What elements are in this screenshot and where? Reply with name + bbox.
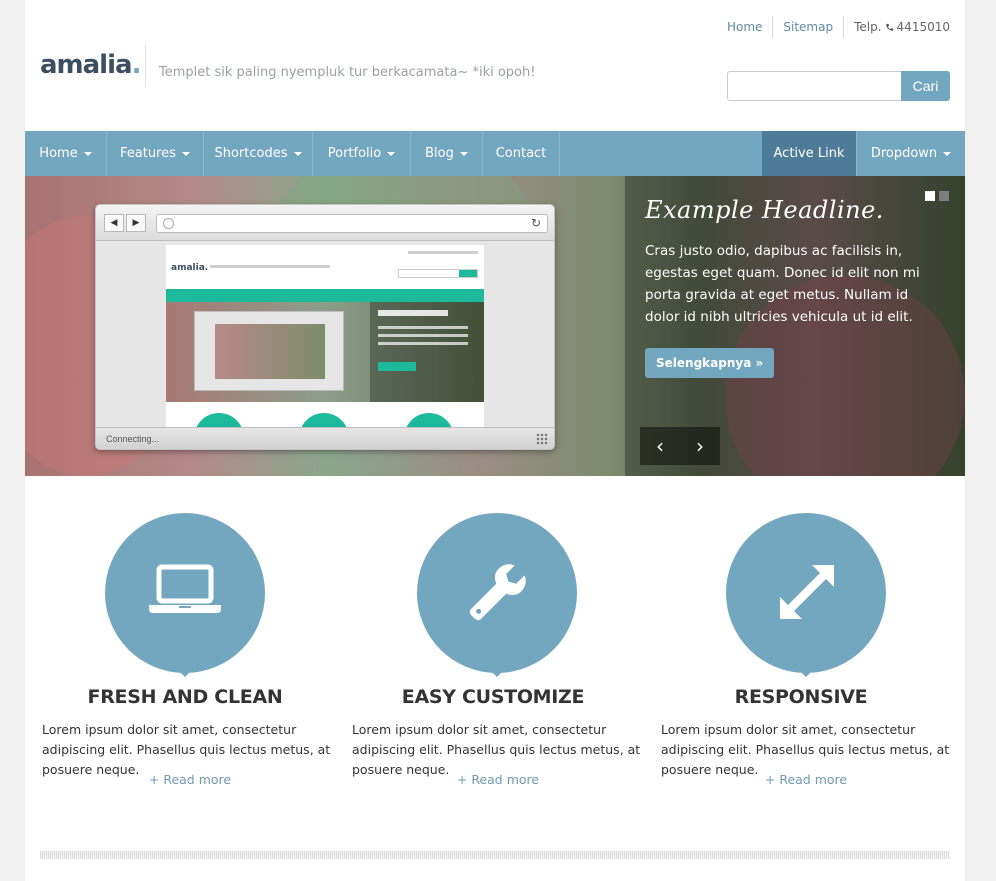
nav-label: Shortcodes xyxy=(214,146,288,161)
website-screenshot: amalia. xyxy=(166,245,484,429)
caret-down-icon xyxy=(387,151,396,156)
wrench-icon xyxy=(469,564,526,621)
toplink-home[interactable]: Home xyxy=(717,17,772,37)
nav-label: Portfolio xyxy=(327,146,382,161)
nav-label: Dropdown xyxy=(870,146,938,161)
nav-item-dropdown[interactable]: Dropdown xyxy=(857,131,965,176)
section-divider xyxy=(40,851,950,859)
top-links: Home Sitemap Telp. 4415010 xyxy=(717,16,950,38)
prev-slide-button[interactable]: ‹ xyxy=(640,427,680,465)
bubble-tail xyxy=(483,663,511,677)
hero-slider: ◀ ▶ ↻ amalia. Connecting... Example Head… xyxy=(25,176,965,476)
site-tagline: Templet sik paling nyempluk tur berkacam… xyxy=(159,65,536,80)
nav-item-contact[interactable]: Contact xyxy=(483,131,560,176)
feature-text: Lorem ipsum dolor sit amet, consectetur … xyxy=(42,722,331,777)
mini-logo: amalia. xyxy=(171,263,209,273)
nav-label: Home xyxy=(39,146,78,161)
logo-text: amalia xyxy=(40,50,133,80)
search-form: Cari xyxy=(727,71,950,101)
feature-card: FRESH AND CLEAN Lorem ipsum dolor sit am… xyxy=(25,513,338,803)
site-logo[interactable]: amalia. xyxy=(40,50,142,80)
phone-number: 4415010 xyxy=(896,20,950,34)
mini-hero xyxy=(166,302,484,402)
browser-mockup-image: ◀ ▶ ↻ amalia. Connecting... xyxy=(95,204,555,450)
feature-title: RESPONSIVE xyxy=(734,686,868,708)
brand-divider xyxy=(145,45,146,87)
mini-caption xyxy=(370,302,484,402)
feature-title: EASY CUSTOMIZE xyxy=(401,686,585,708)
nav-label: Blog xyxy=(425,146,454,161)
nav-item-portfolio[interactable]: Portfolio xyxy=(313,131,411,176)
slide-caption: Example Headline. Cras justo odio, dapib… xyxy=(645,196,945,378)
resize-grip-icon xyxy=(536,433,548,445)
mini-search xyxy=(398,269,478,278)
nav-item-blog[interactable]: Blog xyxy=(411,131,483,176)
caret-down-icon xyxy=(181,151,190,156)
bubble-tail xyxy=(171,663,199,677)
slider-dot-active[interactable] xyxy=(925,191,935,201)
caret-down-icon xyxy=(943,151,952,156)
feature-text: Lorem ipsum dolor sit amet, consectetur … xyxy=(661,722,950,777)
nav-item-features[interactable]: Features xyxy=(107,131,204,176)
slider-dot[interactable] xyxy=(939,191,949,201)
nav-label: Contact xyxy=(495,146,547,161)
phone-info: Telp. 4415010 xyxy=(844,20,950,34)
features-section: FRESH AND CLEAN Lorem ipsum dolor sit am… xyxy=(25,513,965,803)
mini-tagline xyxy=(210,265,330,268)
caret-down-icon xyxy=(459,151,468,156)
caret-down-icon xyxy=(293,151,302,156)
phone-icon xyxy=(885,23,893,31)
slider-arrows: ‹ › xyxy=(640,427,720,465)
feature-title: FRESH AND CLEAN xyxy=(87,686,283,708)
logo-dot: . xyxy=(131,50,142,80)
read-more-link[interactable]: + Read more xyxy=(333,772,663,787)
browser-url-bar: ↻ xyxy=(156,214,548,233)
feature-card: EASY CUSTOMIZE Lorem ipsum dolor sit ame… xyxy=(338,513,651,803)
slide-headline: Example Headline. xyxy=(645,196,884,224)
next-slide-button[interactable]: › xyxy=(680,427,720,465)
search-button[interactable]: Cari xyxy=(901,71,950,101)
page: Home Sitemap Telp. 4415010 amalia. Templ… xyxy=(25,0,965,881)
mini-browser xyxy=(194,311,344,391)
bubble-tail xyxy=(792,663,820,677)
read-more-link[interactable]: + Read more xyxy=(641,772,971,787)
search-input[interactable] xyxy=(727,71,901,101)
nav-item-home[interactable]: Home xyxy=(25,131,107,176)
laptop-icon xyxy=(149,564,221,613)
reload-icon: ↻ xyxy=(530,216,541,230)
forward-arrow-icon: ▶ xyxy=(126,214,146,232)
nav-item-shortcodes[interactable]: Shortcodes xyxy=(204,131,313,176)
toplink-sitemap[interactable]: Sitemap xyxy=(773,17,843,37)
resize-arrows-icon xyxy=(780,565,834,619)
nav-label: Active Link xyxy=(773,146,845,161)
read-more-button[interactable]: Selengkapnya » xyxy=(645,348,775,378)
slider-indicators xyxy=(925,191,949,201)
feature-text: Lorem ipsum dolor sit amet, consectetur … xyxy=(352,722,641,777)
read-more-link[interactable]: + Read more xyxy=(25,772,355,787)
page-status-icon xyxy=(163,218,174,229)
main-nav: Home Features Shortcodes Portfolio Blog … xyxy=(25,131,965,176)
caret-down-icon xyxy=(83,151,92,156)
browser-status-bar: Connecting... xyxy=(96,427,554,449)
browser-toolbar: ◀ ▶ ↻ xyxy=(96,205,554,241)
back-arrow-icon: ◀ xyxy=(104,214,124,232)
slide-text: Cras justo odio, dapibus ac facilisis in… xyxy=(645,243,920,325)
feature-card: RESPONSIVE Lorem ipsum dolor sit amet, c… xyxy=(651,513,964,803)
nav-item-active-link[interactable]: Active Link xyxy=(762,131,857,176)
nav-label: Features xyxy=(120,146,176,161)
mini-links xyxy=(408,251,478,254)
phone-label: Telp. xyxy=(854,20,882,34)
mini-nav xyxy=(166,289,484,302)
